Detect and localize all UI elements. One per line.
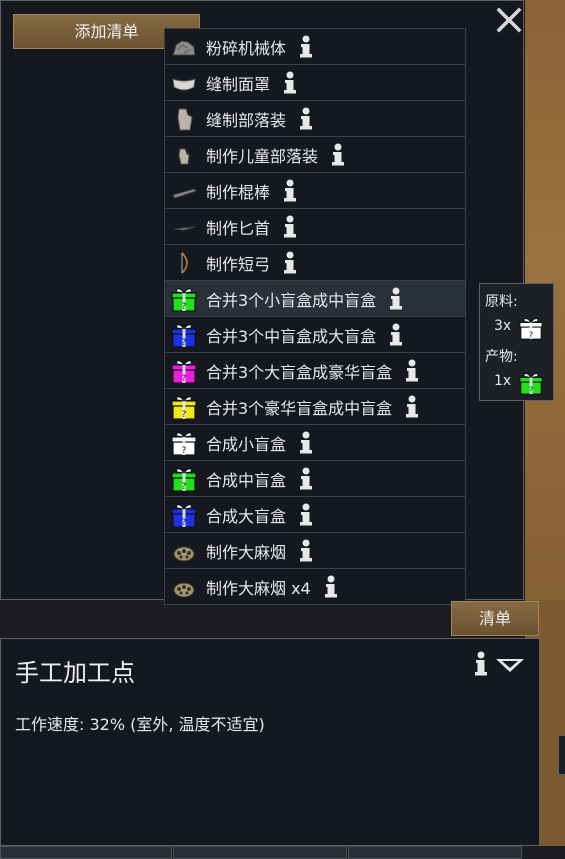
menu-item-label: 合成大盲盒	[206, 506, 287, 526]
info-icon[interactable]	[330, 143, 346, 167]
menu-item-label: 制作大麻烟 x4	[206, 578, 311, 598]
menu-item-label: 制作匕首	[206, 218, 271, 238]
menu-item-label: 缝制面罩	[206, 74, 271, 94]
svg-text:?: ?	[182, 446, 187, 456]
ingredients-label: 原料:	[485, 294, 518, 310]
gift-box-yellow-icon: ?	[170, 393, 198, 421]
joint-icon	[170, 573, 198, 601]
tribalwear-icon	[170, 105, 198, 133]
info-icon[interactable]	[298, 35, 314, 59]
svg-text:?: ?	[182, 410, 187, 420]
info-icon[interactable]	[282, 215, 298, 239]
info-icon[interactable]	[473, 651, 489, 677]
info-icon[interactable]	[388, 323, 404, 347]
svg-text:?: ?	[182, 302, 187, 312]
info-icon[interactable]	[282, 71, 298, 95]
info-icon[interactable]	[388, 287, 404, 311]
menu-item[interactable]: 制作短弓	[164, 245, 466, 281]
gift-box-green-icon: ?	[170, 285, 198, 313]
menu-item[interactable]: ? 合并3个中盲盒成大盲盒	[164, 317, 466, 353]
svg-text:?: ?	[529, 384, 533, 394]
svg-text:?: ?	[182, 338, 187, 348]
menu-item[interactable]: ? 合并3个大盲盒成豪华盲盒	[164, 353, 466, 389]
bottom-tab-1[interactable]	[0, 846, 172, 859]
svg-text:?: ?	[182, 482, 187, 492]
knife-icon	[170, 213, 198, 241]
menu-item-label: 合并3个小盲盒成中盲盒	[206, 290, 377, 310]
gift-box-green-icon: ?	[519, 373, 543, 395]
menu-item[interactable]: 制作匕首	[164, 209, 466, 245]
svg-text:?: ?	[182, 374, 187, 384]
svg-text:?: ?	[182, 518, 187, 528]
bill-list-button[interactable]: 清单	[451, 601, 539, 636]
menu-item[interactable]: 粉碎机械体	[164, 28, 466, 65]
info-icon[interactable]	[298, 467, 314, 491]
products-count: 1x	[494, 373, 512, 389]
svg-text:?: ?	[529, 329, 533, 339]
info-icon[interactable]	[298, 431, 314, 455]
gift-box-white-icon: ?	[519, 318, 543, 340]
gift-box-green-icon: ?	[170, 465, 198, 493]
menu-item[interactable]: ? 合并3个小盲盒成中盲盒	[164, 281, 466, 317]
menu-item-label: 合并3个大盲盒成豪华盲盒	[206, 362, 393, 382]
club-icon	[170, 177, 198, 205]
child-tribalwear-icon	[170, 141, 198, 169]
side-panel-edge	[558, 735, 565, 775]
workbench-info-panel: 手工加工点 工作速度: 32% (室外, 温度不适宜)	[0, 638, 540, 846]
menu-item[interactable]: ? 合成小盲盒	[164, 425, 466, 461]
menu-item-label: 制作短弓	[206, 254, 271, 274]
mask-icon	[170, 69, 198, 97]
menu-item[interactable]: 制作大麻烟 x4	[164, 569, 466, 605]
menu-item-label: 制作儿童部落装	[206, 146, 319, 166]
collapse-arrow-icon[interactable]	[495, 657, 525, 673]
info-icon[interactable]	[323, 575, 339, 599]
menu-item-label: 合并3个豪华盲盒成中盲盒	[206, 398, 393, 418]
add-bill-menu: 粉碎机械体 缝制面罩 缝制部落装 制作儿童部落装 制作棍棒 制作匕首 制作短弓? 合并3个小盲…	[164, 28, 466, 605]
menu-item[interactable]: 缝制部落装	[164, 101, 466, 137]
info-icon[interactable]	[282, 251, 298, 275]
info-icon[interactable]	[404, 395, 420, 419]
menu-item-label: 制作棍棒	[206, 182, 271, 202]
menu-item-label: 缝制部落装	[206, 110, 287, 130]
info-icon[interactable]	[282, 179, 298, 203]
bottom-tab-2[interactable]	[173, 846, 347, 859]
menu-item[interactable]: 制作大麻烟	[164, 533, 466, 569]
info-icon[interactable]	[404, 359, 420, 383]
recipe-tooltip: 原料: 3x ? 产物: 1x ?	[479, 283, 554, 401]
products-label: 产物:	[485, 349, 518, 365]
rubble-icon	[170, 33, 198, 61]
info-icon[interactable]	[298, 539, 314, 563]
joint-icon	[170, 537, 198, 565]
menu-item-label: 制作大麻烟	[206, 542, 287, 562]
gift-box-blue-icon: ?	[170, 321, 198, 349]
workbench-title: 手工加工点	[15, 659, 135, 687]
close-icon[interactable]	[496, 7, 522, 33]
menu-item[interactable]: 制作棍棒	[164, 173, 466, 209]
work-speed-text: 工作速度: 32% (室外, 温度不适宜)	[15, 715, 265, 734]
menu-item-label: 粉碎机械体	[206, 38, 287, 58]
ingredients-count: 3x	[494, 318, 512, 334]
menu-item[interactable]: ? 合成大盲盒	[164, 497, 466, 533]
shortbow-icon	[170, 249, 198, 277]
info-icon[interactable]	[298, 107, 314, 131]
gift-box-blue-icon: ?	[170, 501, 198, 529]
menu-item-label: 合成小盲盒	[206, 434, 287, 454]
menu-item[interactable]: ? 合并3个豪华盲盒成中盲盒	[164, 389, 466, 425]
bottom-tab-3[interactable]	[348, 846, 522, 859]
menu-item-label: 合并3个中盲盒成大盲盒	[206, 326, 377, 346]
menu-item[interactable]: ? 合成中盲盒	[164, 461, 466, 497]
info-icon[interactable]	[298, 503, 314, 527]
menu-item[interactable]: 制作儿童部落装	[164, 137, 466, 173]
menu-item-label: 合成中盲盒	[206, 470, 287, 490]
gift-box-white-icon: ?	[170, 429, 198, 457]
menu-item[interactable]: 缝制面罩	[164, 65, 466, 101]
gift-box-magenta-icon: ?	[170, 357, 198, 385]
